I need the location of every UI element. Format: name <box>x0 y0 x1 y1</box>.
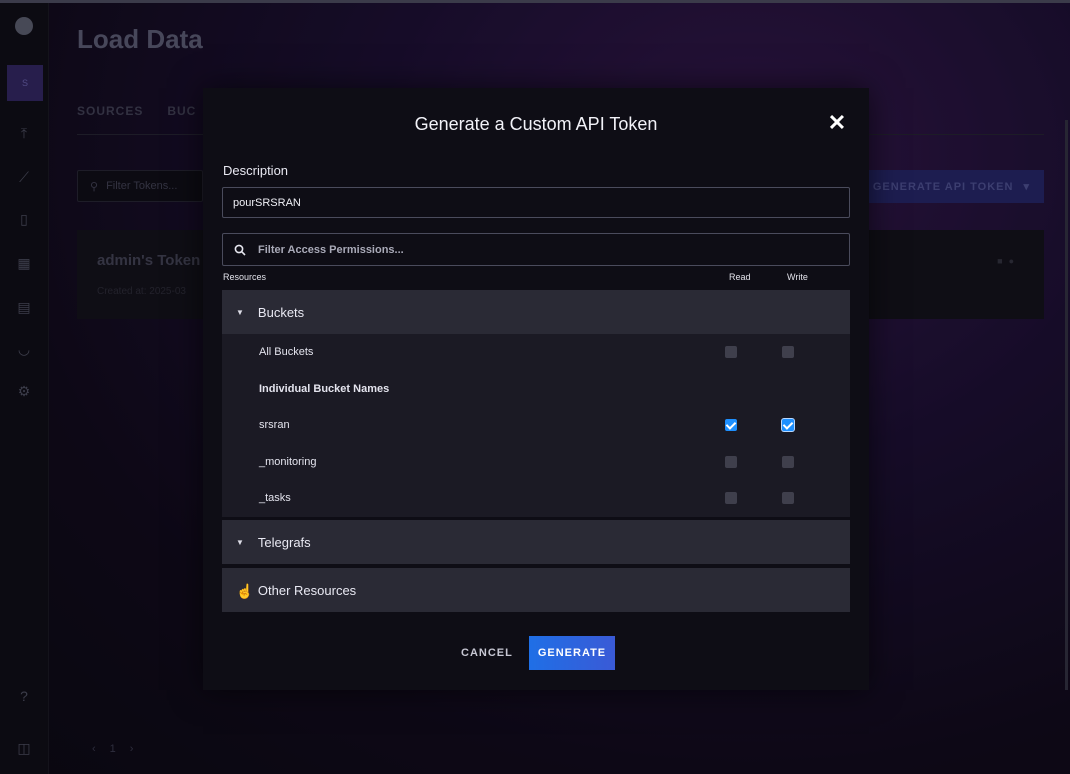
modal-title: Generate a Custom API Token <box>414 114 658 134</box>
all-buckets-write-checkbox[interactable] <box>782 346 794 358</box>
bucket-label: _monitoring <box>259 456 317 468</box>
individual-bucket-names-header: Individual Bucket Names <box>222 377 850 401</box>
other-resources-section-label: Other Resources <box>257 582 357 598</box>
buckets-permissions-list: All Buckets Individual Bucket Names srsr… <box>222 334 850 517</box>
bucket-label: _tasks <box>259 492 291 504</box>
description-label: Description <box>223 163 289 178</box>
caret-down-icon: ▼ <box>236 537 244 547</box>
monitoring-read-checkbox[interactable] <box>725 456 737 468</box>
description-input[interactable] <box>222 187 850 218</box>
other-resources-section-header[interactable]: ▼ Other Resources <box>222 568 850 612</box>
tasks-read-checkbox[interactable] <box>725 492 737 504</box>
buckets-section-label: Buckets <box>257 304 305 320</box>
telegrafs-section-header[interactable]: ▼ Telegrafs <box>222 520 850 564</box>
generate-button[interactable]: GENERATE <box>529 636 615 670</box>
monitoring-write-checkbox[interactable] <box>782 456 794 468</box>
bucket-row-srsran: srsran <box>222 413 850 437</box>
cancel-button[interactable]: CANCEL <box>461 647 513 659</box>
filter-permissions-input[interactable] <box>256 242 849 257</box>
resources-column-header: Resources <box>223 272 267 282</box>
caret-down-icon: ▼ <box>236 307 244 317</box>
all-buckets-read-checkbox[interactable] <box>725 346 737 358</box>
individual-bucket-names-label: Individual Bucket Names <box>259 383 390 395</box>
buckets-section-header[interactable]: ▼ Buckets <box>222 290 850 334</box>
bucket-row-monitoring: _monitoring <box>222 450 850 474</box>
bucket-row-tasks: _tasks <box>222 486 850 510</box>
bucket-label: srsran <box>259 419 290 431</box>
bucket-label: All Buckets <box>259 346 314 358</box>
generate-token-modal: Generate a Custom API Token ✕ Descriptio… <box>203 88 869 690</box>
write-column-header: Write <box>787 272 808 282</box>
hand-cursor-icon: ☝ <box>236 583 254 599</box>
read-column-header: Read <box>729 272 751 282</box>
filter-permissions-field[interactable] <box>222 233 850 266</box>
bucket-row-all: All Buckets <box>222 340 850 364</box>
srsran-read-checkbox[interactable] <box>725 419 737 431</box>
close-icon[interactable]: ✕ <box>827 112 847 134</box>
tasks-write-checkbox[interactable] <box>782 492 794 504</box>
srsran-write-checkbox[interactable] <box>782 419 794 431</box>
telegrafs-section-label: Telegrafs <box>257 534 311 550</box>
search-icon <box>234 244 246 256</box>
